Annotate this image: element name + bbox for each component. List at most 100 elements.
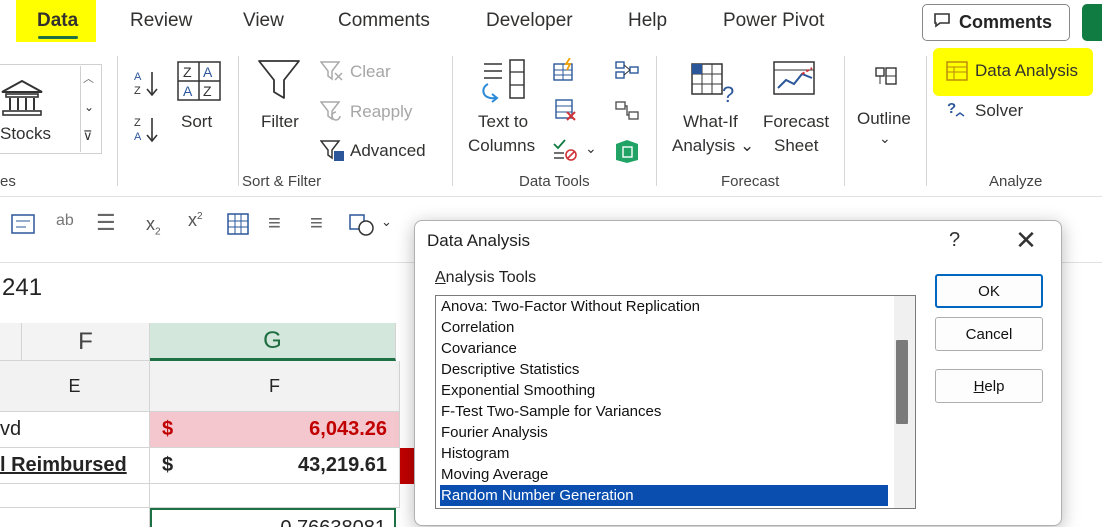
excel-window: Data Review View Comments Developer Help…: [0, 0, 1102, 527]
cell-e-header[interactable]: E: [0, 361, 150, 412]
indent-icon[interactable]: ☰: [96, 210, 116, 236]
data-validation-icon[interactable]: [552, 138, 578, 167]
svg-text:A: A: [183, 83, 193, 99]
relationships-icon[interactable]: [614, 100, 640, 127]
solver-button[interactable]: Solver: [975, 99, 1023, 123]
name-box[interactable]: 241: [2, 274, 42, 302]
filter-funnel-icon[interactable]: [257, 58, 301, 109]
ok-button[interactable]: OK: [935, 274, 1043, 308]
text-to-columns-label-1[interactable]: Text to: [478, 110, 528, 134]
chevron-down-icon[interactable]: ⌄: [84, 100, 94, 114]
align-right-icon[interactable]: ≡: [310, 210, 323, 236]
flash-fill-icon[interactable]: [552, 57, 576, 87]
list-item[interactable]: Moving Average: [440, 464, 888, 485]
group-separator: [452, 56, 453, 186]
analysis-tools-list[interactable]: Anova: Two-Factor Without Replication Co…: [435, 295, 916, 509]
help-button[interactable]: Help: [935, 369, 1043, 403]
tab-data[interactable]: Data: [37, 10, 78, 32]
list-scrollbar-thumb[interactable]: [896, 340, 908, 424]
cell-empty[interactable]: [0, 508, 150, 527]
text-to-columns-icon[interactable]: [478, 58, 528, 109]
close-icon[interactable]: ✕: [1013, 225, 1039, 255]
manage-data-model-icon[interactable]: [614, 138, 640, 169]
list-item[interactable]: Anova: Two-Factor Without Replication: [440, 296, 888, 317]
tab-view[interactable]: View: [243, 10, 284, 32]
comments-button[interactable]: Comments: [922, 4, 1070, 41]
tab-help[interactable]: Help: [628, 10, 667, 32]
column-header-g[interactable]: G: [150, 323, 396, 361]
data-analysis-button[interactable]: Data Analysis: [975, 59, 1078, 83]
sort-a-to-z-icon[interactable]: AZ: [132, 68, 160, 103]
list-item[interactable]: Exponential Smoothing: [440, 380, 888, 401]
superscript-icon[interactable]: x2: [188, 210, 203, 231]
more-icon[interactable]: ⊽: [83, 128, 93, 144]
spelling-icon[interactable]: ab: [56, 212, 74, 230]
list-item[interactable]: Covariance: [440, 338, 888, 359]
tab-power-pivot[interactable]: Power Pivot: [723, 10, 824, 32]
list-item[interactable]: Fourier Analysis: [440, 422, 888, 443]
amount-value: 43,219.61: [298, 454, 387, 476]
sort-label[interactable]: Sort: [181, 110, 212, 134]
what-if-label-2[interactable]: Analysis ⌄: [672, 134, 754, 158]
consolidate-icon[interactable]: [614, 60, 640, 87]
cell-amount-row2[interactable]: $ 6,043.26: [150, 412, 400, 448]
sort-z-to-a-icon[interactable]: ZA: [132, 114, 160, 149]
column-header-f[interactable]: F: [22, 323, 150, 361]
forecast-label-2[interactable]: Sheet: [774, 134, 818, 158]
tab-comments[interactable]: Comments: [338, 10, 430, 32]
data-validation-dropdown-icon[interactable]: ⌄: [585, 140, 597, 157]
cell-empty[interactable]: [0, 484, 150, 508]
column-header-partial[interactable]: [0, 323, 22, 361]
forecast-sheet-icon[interactable]: [772, 58, 818, 107]
outline-label[interactable]: Outline: [857, 107, 911, 131]
shapes-dropdown-icon[interactable]: ⌄: [381, 214, 392, 230]
share-button[interactable]: [1082, 4, 1102, 41]
remove-duplicates-icon[interactable]: [554, 98, 578, 127]
active-cell[interactable]: 0.76638081: [150, 508, 396, 527]
solver-icon[interactable]: ?: [946, 99, 968, 126]
list-item[interactable]: Descriptive Statistics: [440, 359, 888, 380]
group-label-forecast: Forecast: [721, 173, 780, 190]
dollar-sign: $: [162, 454, 174, 476]
cell-label-row3[interactable]: l Reimbursed: [0, 448, 150, 484]
svg-text:A: A: [203, 64, 213, 80]
cell-label-row2[interactable]: vd: [0, 412, 150, 448]
shapes-icon[interactable]: [348, 213, 376, 242]
cancel-button[interactable]: Cancel: [935, 317, 1043, 351]
sort-dialog-icon[interactable]: ZAAZ: [176, 60, 222, 107]
red-fill-cell[interactable]: [400, 448, 414, 484]
outline-icon[interactable]: [872, 64, 902, 95]
tab-developer[interactable]: Developer: [486, 10, 573, 32]
subscript-icon[interactable]: x2: [146, 214, 161, 238]
align-center-icon[interactable]: ≡: [268, 210, 281, 236]
ribbon-divider: [0, 196, 1102, 197]
group-label-analyze: Analyze: [989, 173, 1043, 190]
text-to-columns-label-2[interactable]: Columns: [468, 134, 535, 158]
tab-review[interactable]: Review: [130, 10, 192, 32]
cell-f-header[interactable]: F: [150, 361, 400, 412]
analysis-tools-label: Analysis Tools: [435, 269, 537, 286]
chevron-up-icon[interactable]: ︿: [83, 70, 94, 86]
svg-text:?: ?: [947, 100, 956, 117]
help-icon[interactable]: ?: [949, 229, 960, 252]
list-item[interactable]: Correlation: [440, 317, 888, 338]
outline-dropdown-icon[interactable]: ⌄: [879, 130, 891, 147]
filter-label[interactable]: Filter: [261, 110, 299, 134]
svg-text:Z: Z: [134, 117, 141, 129]
cell-amount-row3[interactable]: $ 43,219.61: [150, 448, 400, 484]
data-analysis-icon[interactable]: [946, 61, 968, 86]
stocks-label[interactable]: Stocks: [0, 122, 51, 146]
advanced-label[interactable]: Advanced: [350, 139, 426, 163]
list-item-selected[interactable]: Random Number Generation: [440, 485, 888, 506]
forecast-label-1[interactable]: Forecast: [763, 110, 829, 134]
table-grid-icon[interactable]: [226, 212, 250, 241]
what-if-analysis-icon[interactable]: ?: [690, 60, 738, 109]
cell-empty[interactable]: [150, 484, 400, 508]
list-item[interactable]: F-Test Two-Sample for Variances: [440, 401, 888, 422]
advanced-filter-icon[interactable]: [319, 139, 346, 168]
comment-icon: [933, 12, 951, 33]
what-if-label-1[interactable]: What-If: [683, 110, 738, 134]
list-item[interactable]: Histogram: [440, 443, 888, 464]
svg-text:A: A: [134, 71, 142, 83]
wrap-icon[interactable]: [10, 212, 36, 241]
